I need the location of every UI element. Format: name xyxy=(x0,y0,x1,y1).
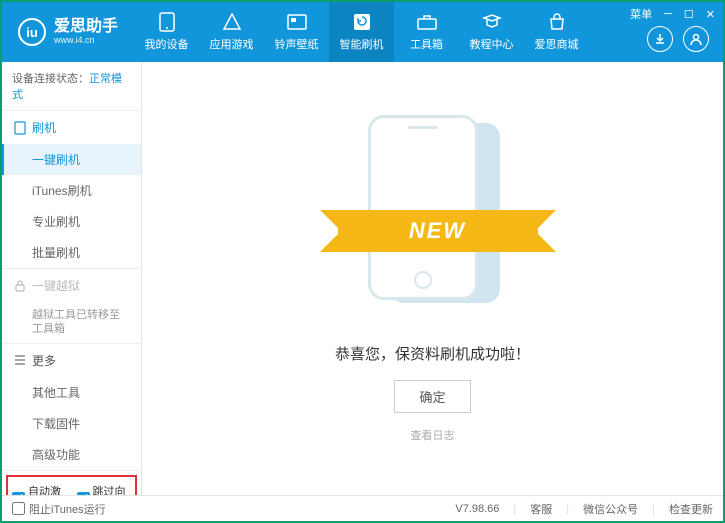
nav-label: 我的设备 xyxy=(145,36,189,52)
jailbreak-note: 越狱工具已转移至工具箱 xyxy=(2,302,141,343)
sidebar-head-flash[interactable]: 刷机 xyxy=(2,111,141,144)
checkbox-label: 自动激活 xyxy=(28,483,67,495)
logo-area: iu 爱思助手 www.i4.cn xyxy=(2,18,134,46)
status-label: 设备连接状态： xyxy=(12,73,89,85)
sidebar-item-pro[interactable]: 专业刷机 xyxy=(2,206,141,237)
nav-store[interactable]: 爱思商城 xyxy=(524,2,589,62)
tutorial-icon xyxy=(482,12,502,32)
checkbox-block-itunes[interactable] xyxy=(12,502,25,515)
main-content: NEW 恭喜您，保资料刷机成功啦！ 确定 查看日志 xyxy=(142,62,723,495)
list-icon xyxy=(14,355,26,365)
lock-icon xyxy=(14,280,26,292)
phone-illustration: NEW xyxy=(358,115,508,315)
nav-toolbox[interactable]: 工具箱 xyxy=(394,2,459,62)
device-icon xyxy=(157,12,177,32)
wallpaper-icon xyxy=(287,12,307,32)
store-icon xyxy=(547,12,567,32)
nav-smart-flash[interactable]: 智能刷机 xyxy=(329,2,394,62)
ok-button[interactable]: 确定 xyxy=(394,380,470,413)
logo-icon: iu xyxy=(18,18,46,46)
app-url: www.i4.cn xyxy=(54,36,118,46)
sidebar-item-oneclick[interactable]: 一键刷机 xyxy=(2,144,141,175)
nav-label: 工具箱 xyxy=(410,36,443,52)
nav-label: 教程中心 xyxy=(470,36,514,52)
download-icon[interactable] xyxy=(647,26,673,52)
toolbox-icon xyxy=(417,12,437,32)
checkbox-auto-activate[interactable]: 自动激活 xyxy=(12,483,67,495)
sidebar-head-label: 刷机 xyxy=(32,119,56,136)
nav-ringtones[interactable]: 铃声壁纸 xyxy=(264,2,329,62)
close-icon[interactable]: ✕ xyxy=(704,8,717,21)
menu-button[interactable]: 菜单 xyxy=(628,6,654,22)
sidebar-head-label: 更多 xyxy=(32,352,56,369)
success-message: 恭喜您，保资料刷机成功啦！ xyxy=(335,343,530,364)
titlebar: iu 爱思助手 www.i4.cn 我的设备 应用游戏 铃声壁纸 智能刷机 xyxy=(2,2,723,62)
maximize-icon[interactable]: ☐ xyxy=(682,8,696,21)
app-title: 爱思助手 xyxy=(54,18,118,36)
sidebar-item-download-fw[interactable]: 下载固件 xyxy=(2,408,141,439)
block-itunes-label: 阻止iTunes运行 xyxy=(29,501,106,517)
version-label: V7.98.66 xyxy=(455,503,499,515)
checkbox-skip-guide[interactable]: 跳过向导 xyxy=(77,483,132,495)
sidebar-head-more[interactable]: 更多 xyxy=(2,344,141,377)
nav-label: 智能刷机 xyxy=(340,36,384,52)
service-link[interactable]: 客服 xyxy=(530,501,552,517)
sidebar-head-label: 一键越狱 xyxy=(32,277,80,294)
phone-icon xyxy=(14,121,26,135)
user-icon[interactable] xyxy=(683,26,709,52)
checkbox-group-highlighted: 自动激活 跳过向导 xyxy=(6,475,137,495)
nav-my-device[interactable]: 我的设备 xyxy=(134,2,199,62)
sidebar-item-batch[interactable]: 批量刷机 xyxy=(2,237,141,268)
connection-status: 设备连接状态：正常模式 xyxy=(2,62,141,111)
checkbox-label: 跳过向导 xyxy=(93,483,132,495)
nav-label: 爱思商城 xyxy=(535,36,579,52)
nav-tutorials[interactable]: 教程中心 xyxy=(459,2,524,62)
minimize-icon[interactable]: ─ xyxy=(662,8,674,20)
refresh-icon xyxy=(352,12,372,32)
nav-label: 铃声壁纸 xyxy=(275,36,319,52)
sidebar-item-itunes[interactable]: iTunes刷机 xyxy=(2,175,141,206)
footer: 阻止iTunes运行 V7.98.66 | 客服 | 微信公众号 | 检查更新 xyxy=(2,495,723,521)
view-log-link[interactable]: 查看日志 xyxy=(411,427,455,443)
wechat-link[interactable]: 微信公众号 xyxy=(583,501,638,517)
sidebar-head-jailbreak[interactable]: 一键越狱 xyxy=(2,269,141,302)
apps-icon xyxy=(222,12,242,32)
nav-apps[interactable]: 应用游戏 xyxy=(199,2,264,62)
window-controls: 菜单 ─ ☐ ✕ xyxy=(628,6,717,22)
nav-label: 应用游戏 xyxy=(210,36,254,52)
sidebar: 设备连接状态：正常模式 刷机 一键刷机 iTunes刷机 专业刷机 批量刷机 一… xyxy=(2,62,142,495)
app-window: iu 爱思助手 www.i4.cn 我的设备 应用游戏 铃声壁纸 智能刷机 xyxy=(0,0,725,523)
sidebar-item-advanced[interactable]: 高级功能 xyxy=(2,439,141,470)
update-link[interactable]: 检查更新 xyxy=(669,501,713,517)
sidebar-item-other-tools[interactable]: 其他工具 xyxy=(2,377,141,408)
new-ribbon: NEW xyxy=(338,210,538,252)
